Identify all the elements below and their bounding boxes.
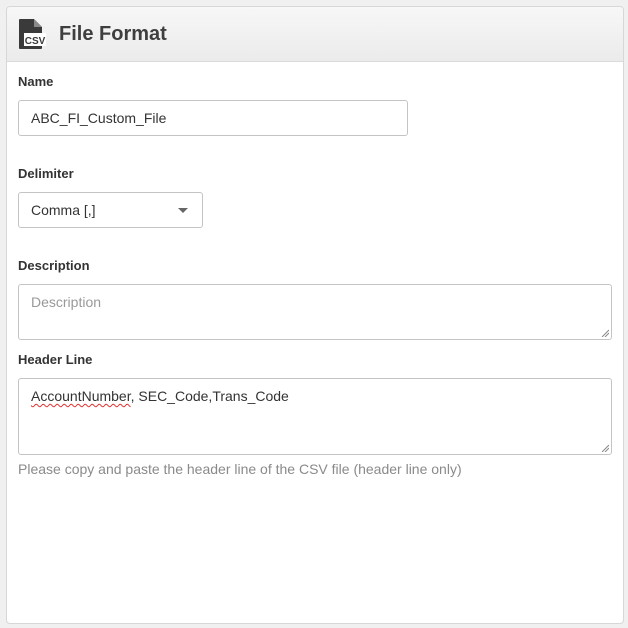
chevron-down-icon	[178, 208, 188, 213]
description-group: Description Description	[18, 258, 612, 352]
csv-file-icon: CSV	[19, 19, 46, 49]
page-title: File Format	[59, 22, 167, 45]
header-line-group: Header Line AccountNumber, SEC_Code,Tran…	[18, 352, 612, 477]
file-format-panel: CSV File Format Name Delimiter Comma [,]…	[6, 6, 624, 624]
name-group: Name	[18, 74, 612, 166]
header-line-label: Header Line	[18, 352, 93, 367]
description-textarea[interactable]: Description	[18, 284, 612, 340]
header-line-help-text: Please copy and paste the header line of…	[18, 461, 462, 477]
name-label: Name	[18, 74, 54, 89]
misspelled-word: AccountNumber	[31, 388, 131, 404]
resize-handle-icon[interactable]	[601, 444, 609, 452]
header-line-value: , SEC_Code,Trans_Code	[130, 388, 289, 404]
delimiter-group: Delimiter Comma [,]	[18, 166, 612, 258]
name-input[interactable]	[18, 100, 408, 136]
description-placeholder: Description	[31, 294, 102, 310]
header-line-textarea[interactable]: AccountNumber, SEC_Code,Trans_Code	[18, 378, 612, 455]
form-body: Name Delimiter Comma [,] Description Des…	[7, 62, 623, 477]
resize-handle-icon[interactable]	[601, 329, 609, 337]
description-label: Description	[18, 258, 90, 273]
panel-header: CSV File Format	[7, 7, 623, 62]
csv-icon-label: CSV	[25, 36, 46, 47]
delimiter-label: Delimiter	[18, 166, 74, 181]
delimiter-selected-value: Comma [,]	[31, 202, 96, 218]
delimiter-select[interactable]: Comma [,]	[18, 192, 203, 228]
